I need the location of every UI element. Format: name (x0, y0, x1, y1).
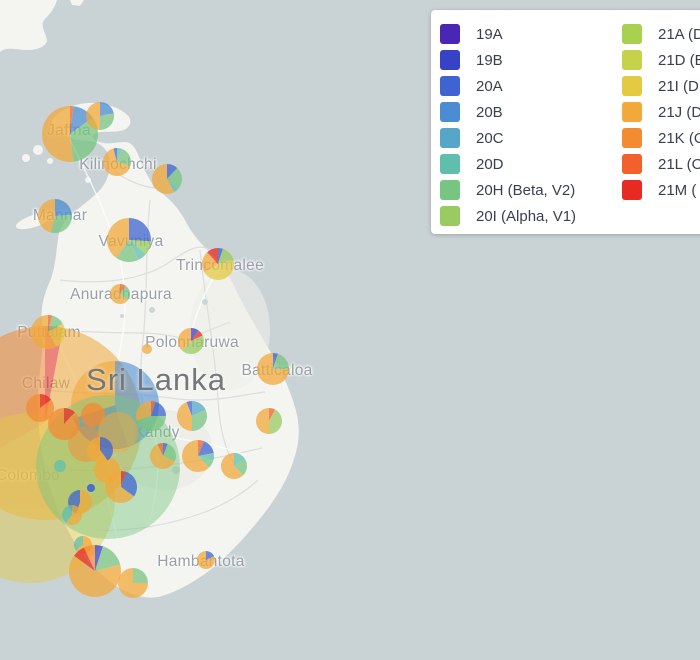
pie-chart-vavuniya[interactable] (107, 218, 151, 262)
legend-item-21L[interactable]: 21L (O (622, 154, 700, 174)
legend-swatch-20B[interactable] (440, 102, 460, 122)
legend-item-21A[interactable]: 21A (D (622, 24, 700, 44)
pie-chart-cluster-l[interactable] (54, 460, 66, 472)
legend-item-21K[interactable]: 21K (O (622, 128, 700, 148)
legend-label: 20A (476, 78, 503, 95)
pie-slice-21J[interactable] (256, 408, 269, 434)
pie-chart-cluster-g[interactable] (87, 437, 113, 463)
pie-chart-polonnaruwa[interactable] (178, 328, 204, 354)
legend-item-20A[interactable]: 20A (440, 76, 503, 96)
legend-swatch-20D[interactable] (440, 154, 460, 174)
pie-chart-cluster-k[interactable] (87, 484, 95, 492)
legend-label: 21I (D (658, 78, 699, 95)
pie-chart-hills-b[interactable] (182, 440, 214, 472)
legend-item-20B[interactable]: 20B (440, 102, 503, 122)
legend-swatch-21M[interactable] (622, 180, 642, 200)
clade-legend: 19A 19B 20A 20B 20C 20D 20H (Beta, V2) 20I (Alp… (431, 10, 700, 234)
pie-slice-20A[interactable] (129, 218, 151, 241)
pie-slice-20H[interactable] (100, 113, 114, 130)
legend-item-19A[interactable]: 19A (440, 24, 503, 44)
legend-swatch-20H[interactable] (440, 180, 460, 200)
pie-chart-trincomalee[interactable] (202, 248, 234, 280)
pie-chart-cluster-b[interactable] (26, 394, 54, 422)
pie-slice-21J[interactable] (142, 344, 152, 354)
legend-swatch-21I[interactable] (622, 76, 642, 96)
pie-chart-batticaloa[interactable] (257, 353, 289, 385)
pie-chart-kilinochchi[interactable] (103, 148, 131, 176)
pie-chart-east-hills[interactable] (256, 408, 282, 434)
pie-slice-20A[interactable] (87, 484, 95, 492)
legend-item-20H[interactable]: 20H (Beta, V2) (440, 180, 575, 200)
pie-chart-cluster-j[interactable] (62, 505, 82, 525)
legend-swatch-20C[interactable] (440, 128, 460, 148)
legend-label: 19B (476, 52, 503, 69)
legend-label: 20C (476, 130, 504, 147)
pie-chart-mullaitivu[interactable] (152, 164, 182, 194)
legend-label: 21L (O (658, 156, 700, 173)
country-label: Sri Lanka (86, 362, 226, 398)
pie-chart-south-e[interactable] (118, 568, 148, 598)
legend-label: 21K (O (658, 130, 700, 147)
pie-chart-mannar[interactable] (38, 199, 72, 233)
legend-item-20C[interactable]: 20C (440, 128, 504, 148)
legend-swatch-21D[interactable] (622, 50, 642, 70)
legend-item-21D[interactable]: 21D (E (622, 50, 700, 70)
pie-chart-hambantota[interactable] (197, 551, 215, 569)
legend-swatch-21J[interactable] (622, 102, 642, 122)
legend-label: 21A (D (658, 26, 700, 43)
legend-swatch-19B[interactable] (440, 50, 460, 70)
legend-swatch-20I[interactable] (440, 206, 460, 226)
pie-chart-kandy-e[interactable] (177, 401, 207, 431)
pie-slice-20B[interactable] (55, 199, 72, 216)
legend-item-21M[interactable]: 21M ( (622, 180, 696, 200)
legend-label: 21D (E (658, 52, 700, 69)
legend-swatch-19A[interactable] (440, 24, 460, 44)
legend-label: 21J (D (658, 104, 700, 121)
legend-item-20D[interactable]: 20D (440, 154, 504, 174)
legend-label: 20D (476, 156, 504, 173)
pie-chart-jaffna-ne[interactable] (86, 102, 114, 130)
legend-item-21J[interactable]: 21J (D (622, 102, 700, 122)
pie-chart-kandy[interactable] (136, 401, 166, 431)
legend-label: 19A (476, 26, 503, 43)
pie-chart-hills-a[interactable] (150, 443, 176, 469)
pie-slice-21J[interactable] (42, 106, 74, 162)
legend-label: 20I (Alpha, V1) (476, 208, 576, 225)
pie-slice-20H[interactable] (133, 568, 148, 583)
pie-chart-puttalam[interactable] (31, 315, 65, 349)
pie-chart-anuradhapura[interactable] (110, 284, 130, 304)
pie-chart-south-big[interactable] (69, 545, 121, 597)
legend-swatch-21L[interactable] (622, 154, 642, 174)
legend-item-20I[interactable]: 20I (Alpha, V1) (440, 206, 576, 226)
pie-slice-20D[interactable] (54, 460, 66, 472)
map-canvas[interactable]: JaffnaKilinochchiMannarVavuniyaTrincomal… (0, 0, 700, 660)
pie-chart-polonnaruwa-sw[interactable] (142, 344, 152, 354)
pie-chart-hills-c[interactable] (221, 453, 247, 479)
legend-label: 20H (Beta, V2) (476, 182, 575, 199)
legend-item-21I[interactable]: 21I (D (622, 76, 699, 96)
legend-label: 21M ( (658, 182, 696, 199)
pie-chart-cluster-h[interactable] (105, 471, 137, 503)
legend-swatch-21A[interactable] (622, 24, 642, 44)
legend-swatch-20A[interactable] (440, 76, 460, 96)
legend-swatch-21K[interactable] (622, 128, 642, 148)
legend-item-19B[interactable]: 19B (440, 50, 503, 70)
legend-label: 20B (476, 104, 503, 121)
